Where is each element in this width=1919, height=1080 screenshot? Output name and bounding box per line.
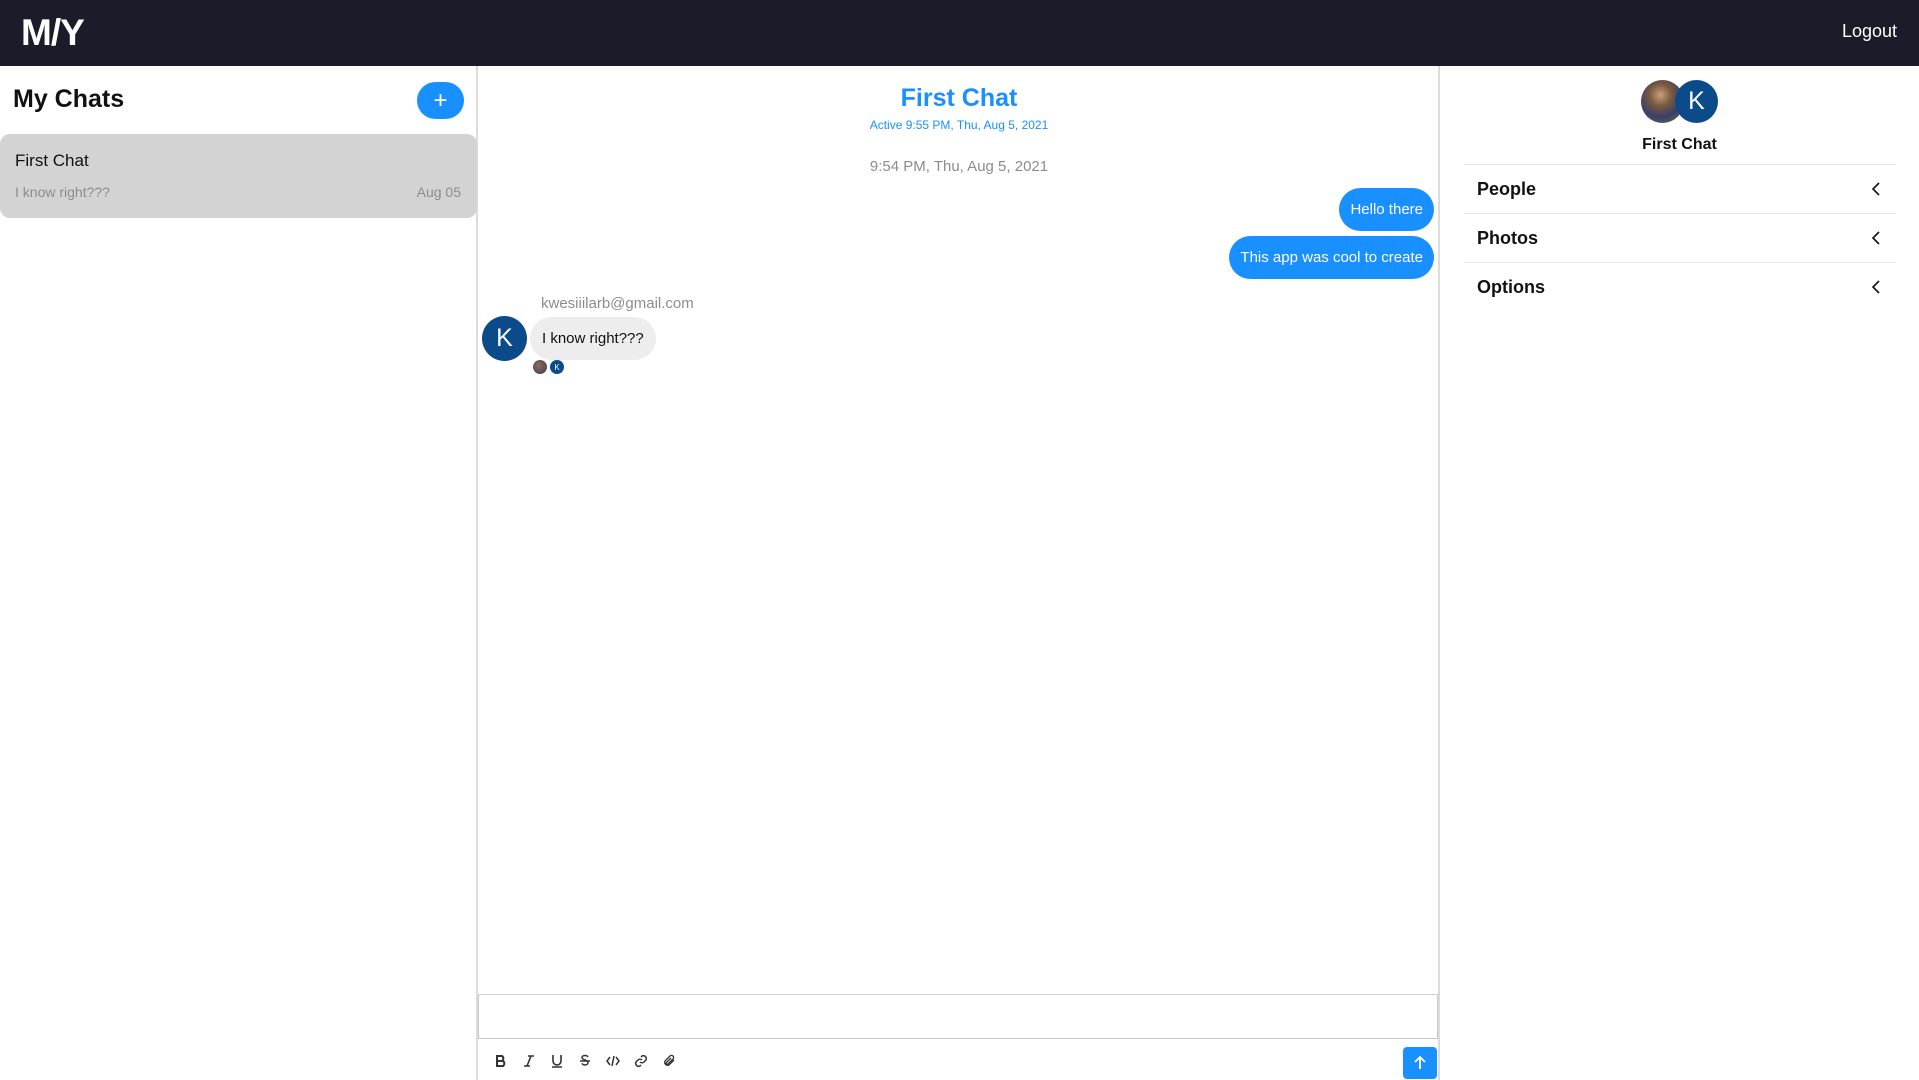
- chat-card-date: Aug 05: [416, 184, 461, 200]
- message-composer: [478, 994, 1440, 1080]
- bold-icon[interactable]: [492, 1052, 510, 1070]
- underline-icon[interactable]: [548, 1052, 566, 1070]
- chat-card-preview: I know right???: [15, 184, 110, 200]
- my-message-bubble: Hello there: [1339, 188, 1434, 231]
- member-avatar: K: [1675, 80, 1718, 123]
- chat-card-title: First Chat: [15, 151, 89, 170]
- my-message-bubble: This app was cool to create: [1229, 236, 1434, 279]
- section-label: People: [1477, 179, 1537, 199]
- chat-list-title: My Chats: [13, 85, 125, 113]
- section-label: Photos: [1477, 228, 1538, 248]
- link-icon[interactable]: [632, 1052, 650, 1070]
- section-options[interactable]: Options: [1464, 262, 1896, 311]
- chevron-left-icon: [1870, 280, 1882, 299]
- section-people[interactable]: People: [1464, 164, 1896, 213]
- plus-icon: +: [433, 86, 448, 114]
- sender-avatar: K: [482, 316, 527, 361]
- chat-settings-panel: K First Chat People Photos Options: [1440, 66, 1919, 1080]
- their-message-bubble: I know right???: [530, 317, 656, 360]
- chat-card-first-chat[interactable]: First Chat I know right??? Aug 05: [0, 134, 477, 218]
- logout-button[interactable]: Logout: [1842, 21, 1897, 42]
- italic-icon[interactable]: [520, 1052, 538, 1070]
- read-receipt-avatar: K: [550, 360, 564, 374]
- section-photos[interactable]: Photos: [1464, 213, 1896, 262]
- message-input[interactable]: [478, 995, 1438, 1039]
- app-logo: M/Y: [21, 12, 85, 53]
- sender-email: kwesiiilarb@gmail.com: [541, 295, 694, 312]
- chat-title: First Chat: [900, 84, 1018, 112]
- chat-list-panel: My Chats + First Chat I know right??? Au…: [0, 66, 478, 1080]
- attachment-icon[interactable]: [660, 1052, 678, 1070]
- chevron-left-icon: [1870, 182, 1882, 201]
- message-timestamp: 9:54 PM, Thu, Aug 5, 2021: [869, 158, 1049, 175]
- read-receipt-photo-avatar: [533, 360, 547, 374]
- send-button[interactable]: [1403, 1047, 1437, 1079]
- chevron-left-icon: [1870, 231, 1882, 250]
- strikethrough-icon[interactable]: [576, 1052, 594, 1070]
- arrow-up-icon: [1414, 1055, 1426, 1069]
- top-navbar: M/Y Logout: [0, 0, 1919, 66]
- section-label: Options: [1477, 277, 1545, 297]
- chat-feed: First Chat Active 9:55 PM, Thu, Aug 5, 2…: [478, 66, 1440, 1080]
- chat-active-status: Active 9:55 PM, Thu, Aug 5, 2021: [869, 118, 1049, 132]
- code-icon[interactable]: [604, 1052, 622, 1070]
- formatting-toolbar: [492, 1052, 678, 1070]
- new-chat-button[interactable]: +: [417, 82, 464, 119]
- settings-chat-title: First Chat: [1642, 136, 1717, 153]
